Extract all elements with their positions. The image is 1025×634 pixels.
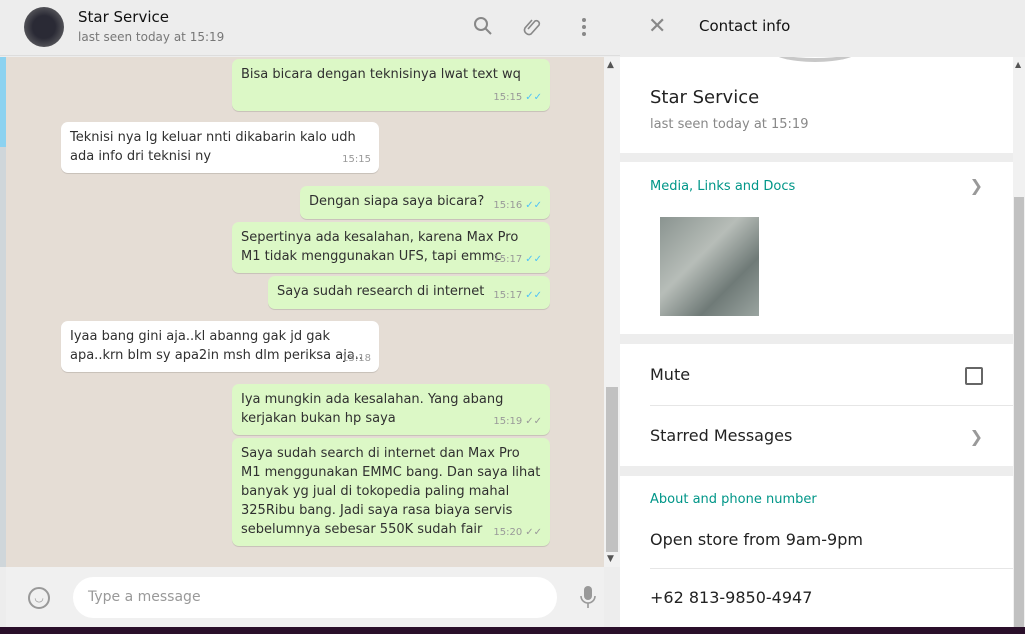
mute-label: Mute [650, 365, 691, 384]
message-time: 15:15 [493, 92, 523, 103]
double-check-icon: ✓✓ [525, 527, 542, 538]
about-label: About and phone number [650, 492, 817, 507]
media-section[interactable]: Media, Links and Docs ❯ [620, 162, 1013, 334]
contact-info-name: Star Service [650, 87, 760, 108]
composer: ◡ Type a message [6, 567, 604, 627]
message-text: Bisa bicara dengan teknisinya lwat text … [241, 67, 521, 82]
scrollbar-thumb[interactable] [606, 387, 618, 552]
contact-info-title: Contact info [699, 17, 791, 35]
chat-pane: Star Service last seen today at 15:19 Bi… [0, 0, 620, 627]
close-icon[interactable]: ✕ [648, 14, 666, 39]
message-text: Iya mungkin ada kesalahan. Yang abang ke… [241, 392, 504, 426]
emoji-icon[interactable]: ◡ [28, 587, 50, 609]
scroll-up-icon[interactable]: ▲ [607, 60, 614, 70]
media-thumbnail[interactable] [660, 217, 759, 316]
chat-scrollbar[interactable]: ▲ ▼ [604, 57, 620, 567]
message-text: Teknisi nya lg keluar nnti dikabarin kal… [70, 130, 356, 164]
message-incoming[interactable]: Iyaa bang gini aja..kl abanng gak jd gak… [61, 321, 379, 372]
message-outgoing[interactable]: Sepertinya ada kesalahan, karena Max Pro… [232, 222, 550, 273]
chevron-right-icon[interactable]: ❯ [970, 176, 983, 195]
message-text: Dengan siapa saya bicara? [309, 194, 485, 209]
attach-icon[interactable] [522, 16, 544, 38]
contact-profile-section: Star Service last seen today at 15:19 [620, 57, 1013, 153]
message-outgoing[interactable]: Bisa bicara dengan teknisinya lwat text … [232, 59, 550, 111]
message-time: 15:17 [493, 254, 523, 265]
about-text: Open store from 9am-9pm [650, 530, 863, 549]
scroll-down-icon[interactable]: ▼ [607, 554, 614, 564]
contact-avatar[interactable] [24, 7, 64, 47]
about-section: About and phone number Open store from 9… [620, 476, 1013, 627]
contact-info-scrollbar[interactable]: ▲ [1013, 57, 1025, 627]
message-time: 15:17 [493, 290, 523, 301]
message-text: Sepertinya ada kesalahan, karena Max Pro… [241, 230, 519, 264]
settings-section: Mute Starred Messages ❯ [620, 344, 1013, 466]
message-text: Iyaa bang gini aja..kl abanng gak jd gak… [70, 329, 364, 363]
message-text: Saya sudah research di internet [277, 284, 485, 299]
menu-icon[interactable] [573, 16, 595, 38]
search-icon[interactable] [472, 16, 494, 38]
message-time: 15:18 [342, 353, 371, 364]
message-time: 15:15 [342, 154, 371, 165]
contact-info-status: last seen today at 15:19 [650, 117, 809, 132]
scroll-up-icon[interactable]: ▲ [1015, 60, 1021, 69]
message-list: Bisa bicara dengan teknisinya lwat text … [6, 57, 604, 567]
microphone-icon[interactable] [580, 585, 596, 614]
contact-name[interactable]: Star Service [78, 8, 169, 26]
contact-info-panel: Star Service last seen today at 15:19 Me… [620, 0, 1025, 627]
message-outgoing[interactable]: Saya sudah search di internet dan Max Pr… [232, 438, 550, 546]
starred-messages-item[interactable]: Starred Messages [650, 426, 792, 445]
phone-number[interactable]: +62 813-9850-4947 [650, 588, 812, 607]
contact-info-header: ✕ Contact info [620, 0, 1025, 57]
scrollbar-thumb[interactable] [1014, 197, 1024, 627]
double-check-read-icon: ✓✓ [525, 254, 542, 265]
message-time: 15:20 [493, 527, 523, 538]
taskbar-edge [0, 627, 1025, 634]
contact-status: last seen today at 15:19 [78, 30, 225, 44]
media-links-docs-label[interactable]: Media, Links and Docs [650, 179, 795, 194]
message-time: 15:19 [493, 416, 523, 427]
message-incoming[interactable]: Teknisi nya lg keluar nnti dikabarin kal… [61, 122, 379, 173]
mute-checkbox[interactable] [965, 367, 983, 385]
double-check-read-icon: ✓✓ [525, 92, 542, 103]
message-outgoing[interactable]: Dengan siapa saya bicara? 15:16 ✓✓ [300, 186, 550, 219]
message-time: 15:16 [493, 200, 523, 211]
double-check-icon: ✓✓ [525, 416, 542, 427]
double-check-read-icon: ✓✓ [525, 200, 542, 211]
chat-header[interactable]: Star Service last seen today at 15:19 [0, 0, 620, 56]
message-outgoing[interactable]: Iya mungkin ada kesalahan. Yang abang ke… [232, 384, 550, 435]
message-outgoing[interactable]: Saya sudah research di internet 15:17 ✓✓ [268, 276, 550, 309]
double-check-read-icon: ✓✓ [525, 290, 542, 301]
message-input[interactable]: Type a message [73, 577, 557, 618]
chevron-right-icon[interactable]: ❯ [970, 427, 983, 446]
